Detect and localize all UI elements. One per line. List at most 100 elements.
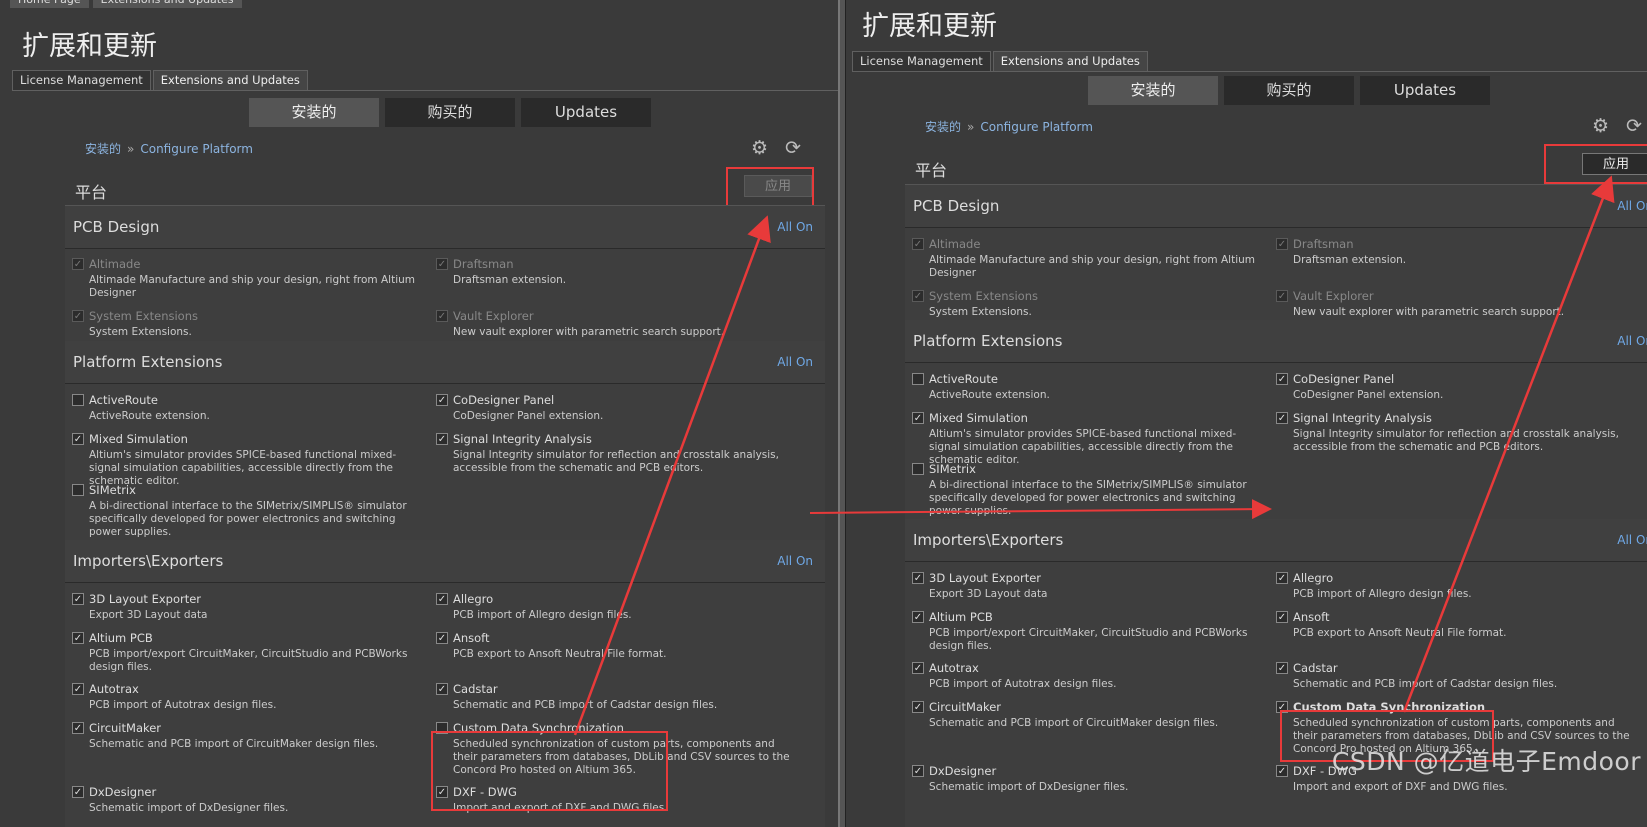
segment-installed[interactable]: 安装的 [1088,76,1218,105]
section-title: Platform Extensions [73,353,223,371]
extension-name: ActiveRoute [89,393,158,407]
refresh-icon[interactable]: ⟳ [1626,115,1642,137]
extension-name: Signal Integrity Analysis [1293,411,1432,425]
extension-item: ✓ Cadstar Schematic and PCB import of Cads… [1276,660,1631,691]
extension-checkbox[interactable] [72,484,84,496]
extension-description: Schematic and PCB import of CircuitMaker… [89,738,379,750]
extension-item: ActiveRoute ActiveRoute extension. [912,371,1267,402]
extension-checkbox: ✓ [1276,238,1288,250]
extension-name: DxDesigner [89,785,157,799]
extension-item: ✓ CircuitMaker Schematic and PCB import of… [912,699,1267,730]
all-on-link[interactable]: All On [1617,334,1647,348]
breadcrumb-installed[interactable]: 安装的 [925,120,961,134]
subtab-bar: License Management Extensions and Update… [852,51,1647,72]
extension-name: System Extensions [89,309,198,323]
refresh-icon[interactable]: ⟳ [785,137,801,159]
extensions-window-after: 扩展和更新 License Management Extensions and … [846,0,1647,827]
extension-checkbox[interactable]: ✓ [72,786,84,798]
extension-item: ✓ Vault Explorer New vault explorer with p… [1276,288,1631,319]
segment-installed[interactable]: 安装的 [249,98,379,127]
extension-checkbox[interactable]: ✓ [1276,611,1288,623]
extension-description: New vault explorer with parametric searc… [1293,306,1565,318]
extension-checkbox[interactable]: ✓ [436,683,448,695]
extension-checkbox[interactable]: ✓ [912,662,924,674]
extension-checkbox[interactable]: ✓ [912,611,924,623]
extension-item: ✓ Altimade Altimade Manufacture and ship y… [912,236,1267,280]
extension-item: ✓ CircuitMaker Schematic and PCB import of… [72,720,427,751]
page-title: 扩展和更新 [862,11,997,42]
section-header-platform: Platform Extensions All On [905,320,1647,363]
extension-description: Schematic import of DxDesigner files. [929,781,1129,793]
all-on-link[interactable]: All On [1617,199,1647,213]
extension-item: ✓ 3D Layout Exporter Export 3D Layout data [72,591,427,622]
extension-item: ✓ Mixed Simulation Altium's simulator prov… [912,410,1267,467]
extension-checkbox[interactable]: ✓ [72,683,84,695]
subtab-bar: License Management Extensions and Update… [12,70,838,91]
section-title: Importers\Exporters [913,531,1064,549]
extension-checkbox[interactable] [912,463,924,475]
extension-checkbox[interactable]: ✓ [912,572,924,584]
extension-checkbox[interactable]: ✓ [436,394,448,406]
extension-checkbox: ✓ [912,290,924,302]
annotation-box-custom-sync [431,731,668,811]
segment-updates[interactable]: Updates [521,98,651,127]
extension-description: A bi-directional interface to the SIMetr… [89,500,407,538]
segment-purchased[interactable]: 购买的 [1224,76,1354,105]
extension-name: Draftsman [1293,237,1354,251]
window-tab-extensions[interactable]: Extensions and Updates [92,0,242,8]
extension-checkbox[interactable]: ✓ [436,433,448,445]
extension-checkbox[interactable]: ✓ [1276,572,1288,584]
extension-name: Autotrax [89,682,139,696]
section-title: PCB Design [913,197,1000,215]
extension-checkbox[interactable]: ✓ [1276,412,1288,424]
extension-name: ActiveRoute [929,372,998,386]
extension-item: ✓ CoDesigner Panel CoDesigner Panel extens… [1276,371,1631,402]
extension-name: Allegro [1293,571,1334,585]
extension-checkbox[interactable]: ✓ [72,722,84,734]
extension-description: Draftsman extension. [453,274,567,286]
extension-name: CoDesigner Panel [453,393,555,407]
segment-control: 安装的 购买的 Updates [1088,76,1490,105]
breadcrumb-configure-platform: Configure Platform [140,142,253,156]
tab-license-management[interactable]: License Management [852,51,991,71]
segment-updates[interactable]: Updates [1360,76,1490,105]
all-on-link[interactable]: All On [1617,533,1647,547]
extension-checkbox[interactable]: ✓ [436,632,448,644]
extension-checkbox[interactable]: ✓ [1276,765,1288,777]
tab-extensions-and-updates[interactable]: Extensions and Updates [152,70,308,90]
tab-license-management[interactable]: License Management [12,70,151,90]
all-on-link[interactable]: All On [777,554,813,568]
extension-checkbox[interactable]: ✓ [72,433,84,445]
extension-checkbox[interactable]: ✓ [912,765,924,777]
breadcrumb-installed[interactable]: 安装的 [85,142,121,156]
extension-item: ✓ Draftsman Draftsman extension. [436,256,791,287]
extension-item: SIMetrix A bi-directional interface to th… [912,461,1267,518]
all-on-link[interactable]: All On [777,220,813,234]
extension-item: ✓ Altium PCB PCB import/export CircuitMake… [912,609,1267,653]
extension-name: Altium PCB [929,610,993,624]
window-tabs: Home Page Extensions and Updates [10,0,242,8]
tab-extensions-and-updates[interactable]: Extensions and Updates [992,51,1148,71]
watermark: CSDN @亿道电子Emdoor [1331,747,1641,776]
extension-checkbox[interactable]: ✓ [72,593,84,605]
window-tab-home[interactable]: Home Page [10,0,89,8]
extension-checkbox[interactable]: ✓ [1276,373,1288,385]
extension-checkbox[interactable]: ✓ [72,632,84,644]
extension-checkbox[interactable] [912,373,924,385]
extension-item: ✓ Altium PCB PCB import/export CircuitMake… [72,630,427,674]
segment-purchased[interactable]: 购买的 [385,98,515,127]
extension-checkbox[interactable]: ✓ [912,701,924,713]
extension-item: ✓ Autotrax PCB import of Autotrax design f… [912,660,1267,691]
gear-icon[interactable]: ⚙ [751,137,768,159]
all-on-link[interactable]: All On [777,355,813,369]
extension-description: Schematic and PCB import of Cadstar desi… [453,699,718,711]
extension-checkbox[interactable]: ✓ [436,593,448,605]
platform-label: 平台 [915,161,948,180]
gear-icon[interactable]: ⚙ [1592,115,1609,137]
extension-name: Cadstar [1293,661,1338,675]
extension-checkbox[interactable]: ✓ [912,412,924,424]
extension-checkbox[interactable] [72,394,84,406]
extension-checkbox: ✓ [912,238,924,250]
extension-checkbox[interactable]: ✓ [1276,662,1288,674]
extension-item: ✓ Ansoft PCB export to Ansoft Neutral File… [1276,609,1631,640]
